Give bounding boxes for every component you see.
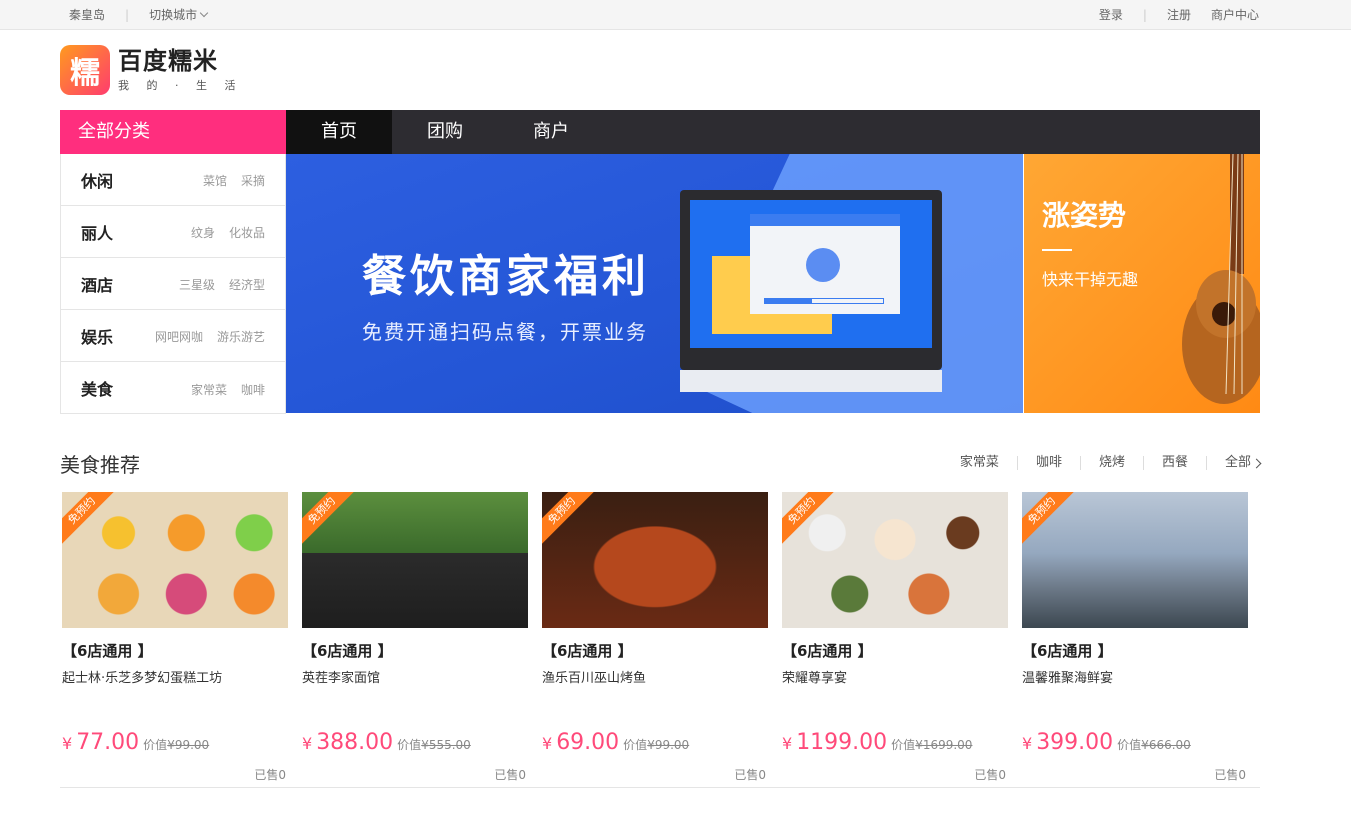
category-item-food[interactable]: 美食 家常菜 咖啡: [61, 362, 285, 414]
deal-card[interactable]: 免预约 【6店通用 】 起士林·乐芝多梦幻蛋糕工坊 ¥77.00 价值¥99.0…: [60, 490, 300, 788]
deal-image[interactable]: 免预约: [302, 492, 528, 628]
category-tag[interactable]: 采摘: [241, 174, 265, 188]
chevron-down-icon: [199, 8, 209, 18]
merchant-center-link[interactable]: 商户中心: [1211, 6, 1259, 23]
original-value: 价值¥666.00: [1117, 738, 1191, 752]
deal-image[interactable]: 免预约: [1022, 492, 1248, 628]
category-name[interactable]: 酒店: [81, 272, 113, 296]
banner-title: 餐饮商家福利: [362, 251, 650, 302]
top-bar: 秦皇岛 | 切换城市 登录 | 注册 商户中心: [0, 0, 1351, 30]
sold-count: 已售0: [974, 768, 1006, 782]
switch-city-link[interactable]: 切换城市: [149, 6, 209, 23]
category-name[interactable]: 娱乐: [81, 324, 113, 348]
original-value: 价值¥555.00: [397, 738, 471, 752]
logo-icon: 糯: [60, 45, 110, 95]
section-link[interactable]: 烧烤: [1079, 456, 1143, 470]
site-logo[interactable]: 糯 百度糯米 我 的 · 生 活: [60, 45, 242, 95]
deal-card[interactable]: 免预约 【6店通用 】 英茬李家面馆 ¥388.00 价值¥555.00 已售0: [300, 490, 540, 788]
deal-type: 【6店通用 】: [782, 642, 873, 660]
food-recommend-header: 美食推荐 家常菜 咖啡 烧烤 西餐 全部: [60, 448, 1262, 478]
deal-card-list: 免预约 【6店通用 】 起士林·乐芝多梦幻蛋糕工坊 ¥77.00 价值¥99.0…: [60, 490, 1260, 788]
deal-card[interactable]: 免预约 【6店通用 】 渔乐百川巫山烤鱼 ¥69.00 价值¥99.00 已售0: [540, 490, 780, 788]
deal-price: ¥388.00: [302, 730, 394, 755]
logo-slogan: 我 的 · 生 活: [118, 79, 243, 92]
category-tag[interactable]: 经济型: [229, 278, 265, 292]
deal-price: ¥77.00: [62, 730, 140, 755]
section-title: 美食推荐: [60, 452, 140, 477]
original-value: 价值¥1699.00: [891, 738, 973, 752]
deal-price: ¥69.00: [542, 730, 620, 755]
sold-count: 已售0: [1214, 768, 1246, 782]
header: 糯 百度糯米 我 的 · 生 活: [0, 30, 1351, 110]
side-banner-subtitle: 快来干掉无趣: [1042, 270, 1139, 289]
deal-name[interactable]: 渔乐百川巫山烤鱼: [542, 667, 778, 686]
divider: |: [1142, 7, 1147, 22]
category-tag[interactable]: 纹身: [191, 226, 215, 240]
category-item-leisure[interactable]: 休闲 菜馆 采摘: [61, 154, 285, 206]
banner-subtitle: 免费开通扫码点餐，开票业务: [362, 320, 648, 344]
category-tag[interactable]: 咖啡: [241, 383, 265, 397]
ribbon-badge: 免预约: [302, 492, 357, 546]
deal-type: 【6店通用 】: [1022, 642, 1113, 660]
category-name[interactable]: 美食: [81, 376, 113, 400]
category-tag[interactable]: 家常菜: [191, 383, 227, 397]
tab-group-buy[interactable]: 团购: [392, 110, 498, 154]
ribbon-badge: 免预约: [1022, 492, 1077, 546]
deal-image[interactable]: 免预约: [62, 492, 288, 628]
category-tag[interactable]: 三星级: [179, 278, 215, 292]
login-link[interactable]: 登录: [1099, 6, 1123, 23]
sold-count: 已售0: [254, 768, 286, 782]
category-name[interactable]: 休闲: [81, 168, 113, 192]
chevron-right-icon: [1251, 458, 1262, 468]
category-tag[interactable]: 网吧网咖: [155, 330, 203, 344]
category-tag[interactable]: 化妆品: [229, 226, 265, 240]
deal-name[interactable]: 英茬李家面馆: [302, 667, 538, 686]
category-item-beauty[interactable]: 丽人 纹身 化妆品: [61, 206, 285, 258]
divider: [1042, 249, 1072, 251]
deal-type: 【6店通用 】: [542, 642, 633, 660]
section-link[interactable]: 西餐: [1142, 456, 1206, 470]
register-link[interactable]: 注册: [1167, 6, 1191, 23]
deal-price: ¥399.00: [1022, 730, 1114, 755]
logo-title: 百度糯米: [118, 47, 218, 75]
deal-card[interactable]: 免预约 【6店通用 】 荣耀尊享宴 ¥1199.00 价值¥1699.00 已售…: [780, 490, 1020, 788]
ukulele-illustration: [1182, 154, 1260, 404]
view-all-link[interactable]: 全部: [1205, 456, 1262, 470]
monitor-illustration: [680, 190, 942, 392]
category-name[interactable]: 丽人: [81, 220, 113, 244]
deal-image[interactable]: 免预约: [542, 492, 768, 628]
ribbon-badge: 免预约: [542, 492, 597, 546]
section-link[interactable]: 家常菜: [942, 456, 1017, 470]
main-banner[interactable]: 餐饮商家福利 免费开通扫码点餐，开票业务: [286, 154, 1023, 413]
deal-price: ¥1199.00: [782, 730, 888, 755]
sold-count: 已售0: [494, 768, 526, 782]
original-value: 价值¥99.00: [623, 738, 690, 752]
category-tag[interactable]: 菜馆: [203, 174, 227, 188]
section-link[interactable]: 咖啡: [1016, 456, 1080, 470]
tab-home[interactable]: 首页: [286, 110, 392, 154]
category-list: 休闲 菜馆 采摘 丽人 纹身 化妆品 酒店 三星级 经济型 娱乐 网吧网咖 游乐游艺 美…: [60, 154, 286, 414]
tab-merchants[interactable]: 商户: [498, 110, 604, 154]
side-banner-title: 涨姿势: [1042, 199, 1127, 232]
original-value: 价值¥99.00: [143, 738, 210, 752]
deal-type: 【6店通用 】: [62, 642, 153, 660]
deal-card[interactable]: 免预约 【6店通用 】 温馨雅聚海鲜宴 ¥399.00 价值¥666.00 已售…: [1020, 490, 1260, 788]
deal-name[interactable]: 荣耀尊享宴: [782, 667, 1018, 686]
deal-name[interactable]: 温馨雅聚海鲜宴: [1022, 667, 1258, 686]
category-tag[interactable]: 游乐游艺: [217, 330, 265, 344]
all-categories-button[interactable]: 全部分类: [60, 110, 286, 154]
deal-name[interactable]: 起士林·乐芝多梦幻蛋糕工坊: [62, 667, 298, 686]
current-city: 秦皇岛: [69, 8, 106, 22]
ribbon-badge: 免预约: [62, 492, 117, 546]
deal-type: 【6店通用 】: [302, 642, 393, 660]
sold-count: 已售0: [734, 768, 766, 782]
divider: |: [125, 7, 130, 22]
side-banner[interactable]: 涨姿势 快来干掉无趣: [1024, 154, 1260, 413]
category-item-hotel[interactable]: 酒店 三星级 经济型: [61, 258, 285, 310]
main-nav: 全部分类 首页 团购 商户: [60, 110, 1260, 154]
ribbon-badge: 免预约: [782, 492, 837, 546]
deal-image[interactable]: 免预约: [782, 492, 1008, 628]
category-item-entertainment[interactable]: 娱乐 网吧网咖 游乐游艺: [61, 310, 285, 362]
